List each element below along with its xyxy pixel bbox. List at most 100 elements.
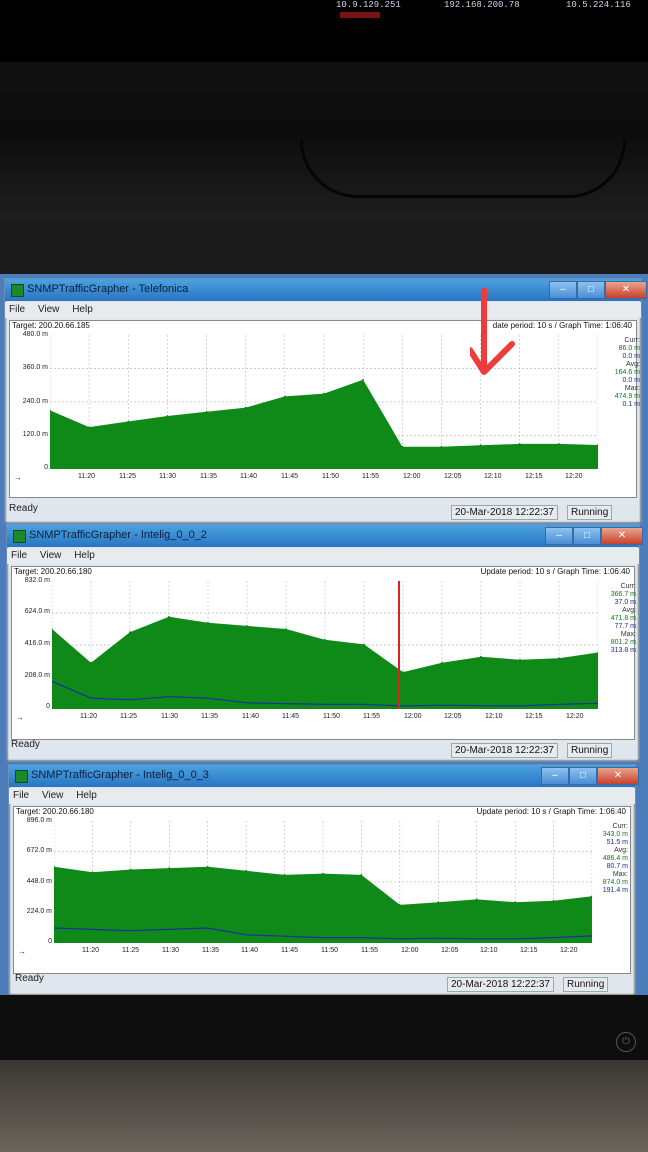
menu-help[interactable]: Help	[72, 304, 93, 315]
y-tick-label: 416.0 m	[24, 640, 50, 647]
curr-in-value: 86.0 m	[618, 345, 640, 352]
max-out-value: 0.1 m	[622, 401, 640, 408]
menu-file[interactable]: File	[9, 304, 25, 315]
maximize-button[interactable]: □	[577, 281, 605, 299]
in-data-point	[401, 445, 404, 448]
close-button[interactable]: ✕	[601, 527, 643, 545]
x-tick-label: 11:50	[323, 713, 340, 720]
in-data-point	[244, 406, 247, 409]
menu-file[interactable]: File	[13, 790, 29, 801]
in-data-point	[207, 622, 209, 624]
in-data-point	[324, 638, 326, 641]
y-tick-label: 0	[48, 938, 52, 945]
menu-view[interactable]: View	[38, 304, 60, 315]
curr-label: Curr:	[612, 823, 628, 830]
ip-label-1: 10.9.129.251	[336, 0, 401, 10]
datetime-box: 20-Mar-2018 12:22:37	[451, 743, 558, 758]
maximize-button[interactable]: □	[573, 527, 601, 545]
max-in-value: 801.2 m	[610, 639, 636, 646]
period-label: Update period: 10 s / Graph Time: 1:06:4…	[476, 807, 626, 816]
menu-bar: File View Help	[9, 788, 635, 804]
menu-help[interactable]: Help	[74, 550, 95, 561]
x-tick-label: 12:10	[480, 947, 498, 954]
x-tick-label: 11:45	[281, 473, 298, 480]
y-tick-label: 120.0 m	[22, 431, 48, 438]
menu-view[interactable]: View	[42, 790, 64, 801]
y-tick-label: 832.0 m	[24, 577, 50, 584]
curr-label: Curr:	[620, 583, 636, 590]
x-tick-label: 11:35	[202, 947, 219, 954]
in-data-point	[168, 615, 170, 618]
target-label: Target: 200.20.66.185	[12, 321, 90, 330]
red-status-indicator	[340, 12, 380, 18]
max-in-value: 474.9 m	[614, 393, 640, 400]
x-tick-label: 11:35	[201, 713, 218, 720]
max-label: Max:	[612, 871, 628, 878]
x-tick-label: 12:10	[485, 713, 503, 720]
x-tick-label: 11:40	[240, 473, 257, 480]
curr-in-value: 366.7 m	[610, 591, 636, 598]
close-button[interactable]: ✕	[605, 281, 647, 299]
in-data-point	[168, 867, 171, 869]
in-data-point	[552, 899, 555, 902]
arrow-icon: →	[16, 713, 24, 722]
close-button[interactable]: ✕	[597, 767, 639, 785]
menu-file[interactable]: File	[11, 550, 27, 561]
x-tick-label: 11:45	[281, 947, 298, 954]
window-telefonica: SNMPTrafficGrapher - Telefonica – □ ✕ Fi…	[4, 278, 647, 524]
x-tick-label: 12:20	[565, 473, 583, 480]
minimize-button[interactable]: –	[541, 767, 569, 785]
max-in-value: 874.0 m	[602, 879, 628, 886]
x-tick-label: 11:30	[161, 713, 178, 720]
avg-in-value: 471.8 m	[610, 615, 636, 622]
max-label: Max:	[624, 385, 640, 392]
in-data-point	[246, 625, 248, 627]
avg-label: Avg:	[626, 361, 640, 368]
x-tick-label: 11:25	[122, 947, 139, 954]
in-data-point	[399, 904, 401, 906]
in-data-point	[206, 865, 209, 868]
in-data-point	[91, 871, 94, 873]
in-data-point	[479, 444, 482, 447]
menu-view[interactable]: View	[40, 550, 62, 561]
y-tick-label: 480.0 m	[22, 331, 48, 338]
maximize-button[interactable]: □	[569, 767, 597, 785]
avg-label: Avg:	[622, 607, 636, 614]
graph-panel: Target: 200.20.66.185 date period: 10 s …	[9, 320, 640, 498]
minimize-button[interactable]: –	[549, 281, 577, 299]
x-tick-label: 12:00	[401, 947, 419, 954]
run-state-box: Running	[567, 743, 613, 758]
app-icon	[13, 530, 26, 543]
avg-in-value: 486.4 m	[602, 855, 628, 862]
in-data-point	[323, 392, 325, 395]
title-bar[interactable]: SNMPTrafficGrapher - Intelig_0_0_2 – □ ✕	[7, 525, 643, 547]
y-tick-label: 0	[46, 703, 50, 710]
menu-help[interactable]: Help	[76, 790, 97, 801]
x-tick-label: 11:30	[162, 947, 179, 954]
status-text: Ready	[15, 973, 44, 984]
y-tick-label: 448.0 m	[26, 878, 52, 885]
in-data-point	[363, 643, 365, 646]
title-bar[interactable]: SNMPTrafficGrapher - Intelig_0_0_3 – □ ✕	[9, 765, 639, 787]
period-label: Update period: 10 s / Graph Time: 1:06:4…	[480, 567, 630, 576]
x-tick-label: 11:55	[362, 473, 379, 480]
avg-out-value: 77.7 m	[614, 623, 636, 630]
curr-out-value: 51.5 m	[606, 839, 628, 846]
curr-out-value: 0.0 m	[622, 353, 640, 360]
window-intelig-0-0-3: SNMPTrafficGrapher - Intelig_0_0_3 – □ ✕…	[8, 764, 639, 996]
title-bar[interactable]: SNMPTrafficGrapher - Telefonica – □ ✕	[5, 279, 647, 301]
menu-bar: File View Help	[5, 302, 641, 318]
x-tick-label: 12:20	[560, 947, 578, 954]
target-label: Target: 200.20.66.180	[14, 567, 92, 576]
minimize-button[interactable]: –	[545, 527, 573, 545]
power-icon[interactable]: ⏻	[616, 1032, 636, 1052]
screen-area: SNMPTrafficGrapher - Telefonica – □ ✕ Fi…	[0, 274, 648, 996]
avg-in-value: 164.6 m	[614, 369, 640, 376]
in-data-point	[558, 443, 560, 445]
in-data-point	[283, 874, 286, 876]
y-tick-label: 672.0 m	[26, 847, 52, 854]
x-tick-label: 11:25	[119, 473, 136, 480]
top-screen-strip: 10.9.129.251 192.168.200.78 10.5.224.116	[0, 0, 648, 62]
in-data-point	[514, 901, 516, 903]
in-data-point	[127, 420, 130, 423]
